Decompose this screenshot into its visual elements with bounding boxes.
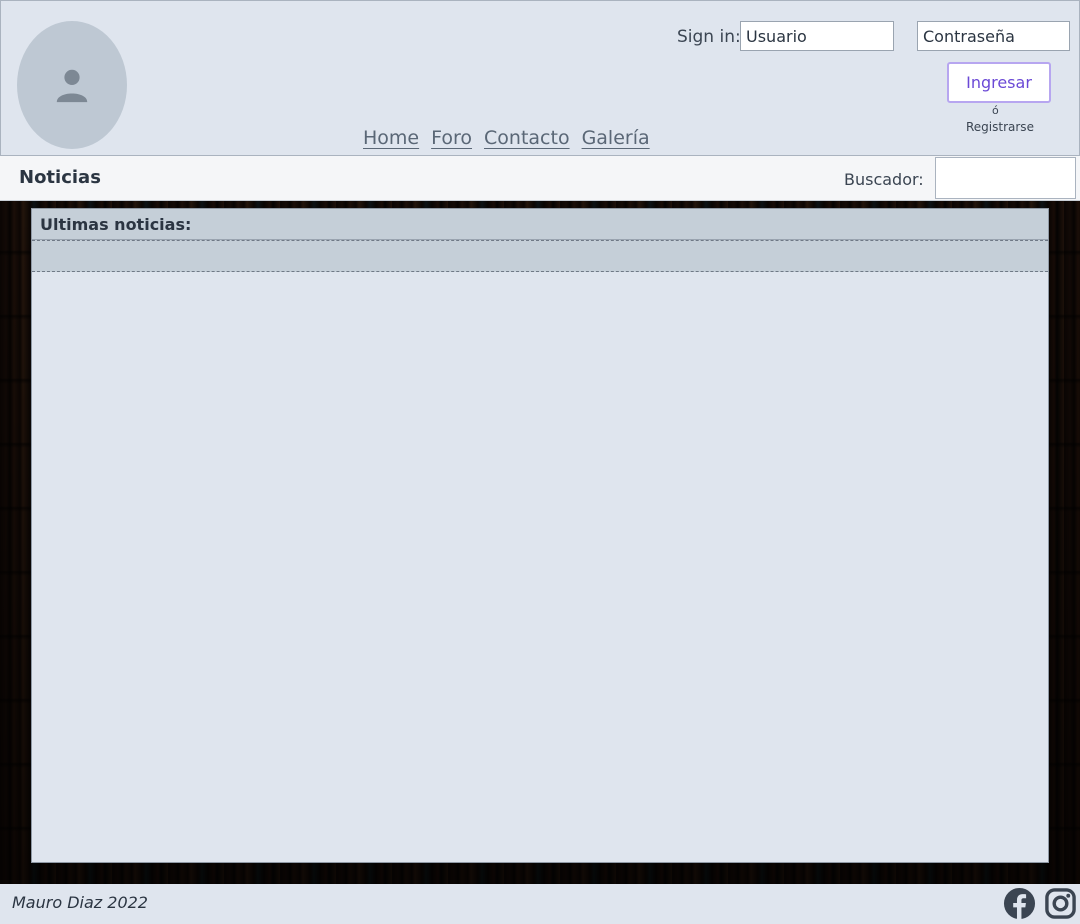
panel-title: Ultimas noticias: bbox=[32, 209, 1048, 240]
instagram-icon[interactable] bbox=[1044, 887, 1077, 920]
or-text: ó bbox=[992, 104, 999, 117]
search-label: Buscador: bbox=[844, 170, 924, 189]
facebook-icon[interactable] bbox=[1003, 887, 1036, 920]
copyright-text: Mauro Diaz 2022 bbox=[12, 893, 148, 912]
nav-foro[interactable]: Foro bbox=[431, 127, 472, 149]
signin-label: Sign in: bbox=[677, 27, 741, 47]
nav-galeria[interactable]: Galería bbox=[582, 127, 650, 149]
section-bar: Noticias Buscador: bbox=[0, 156, 1080, 201]
site-footer: Mauro Diaz 2022 bbox=[0, 884, 1080, 924]
register-link[interactable]: Registrarse bbox=[966, 120, 1034, 134]
nav-contacto[interactable]: Contacto bbox=[484, 127, 570, 149]
avatar[interactable] bbox=[17, 21, 127, 149]
news-item-placeholder bbox=[32, 240, 1048, 272]
search-input[interactable] bbox=[935, 157, 1076, 199]
user-icon bbox=[56, 69, 88, 103]
username-input[interactable] bbox=[740, 21, 894, 51]
main-nav: Home Foro Contacto Galería bbox=[363, 127, 650, 149]
section-title: Noticias bbox=[19, 167, 101, 188]
news-panel: Ultimas noticias: bbox=[31, 208, 1049, 863]
site-header: Home Foro Contacto Galería Sign in: Ingr… bbox=[0, 0, 1080, 156]
login-button[interactable]: Ingresar bbox=[947, 62, 1051, 103]
nav-home[interactable]: Home bbox=[363, 127, 419, 149]
password-input[interactable] bbox=[917, 21, 1070, 51]
